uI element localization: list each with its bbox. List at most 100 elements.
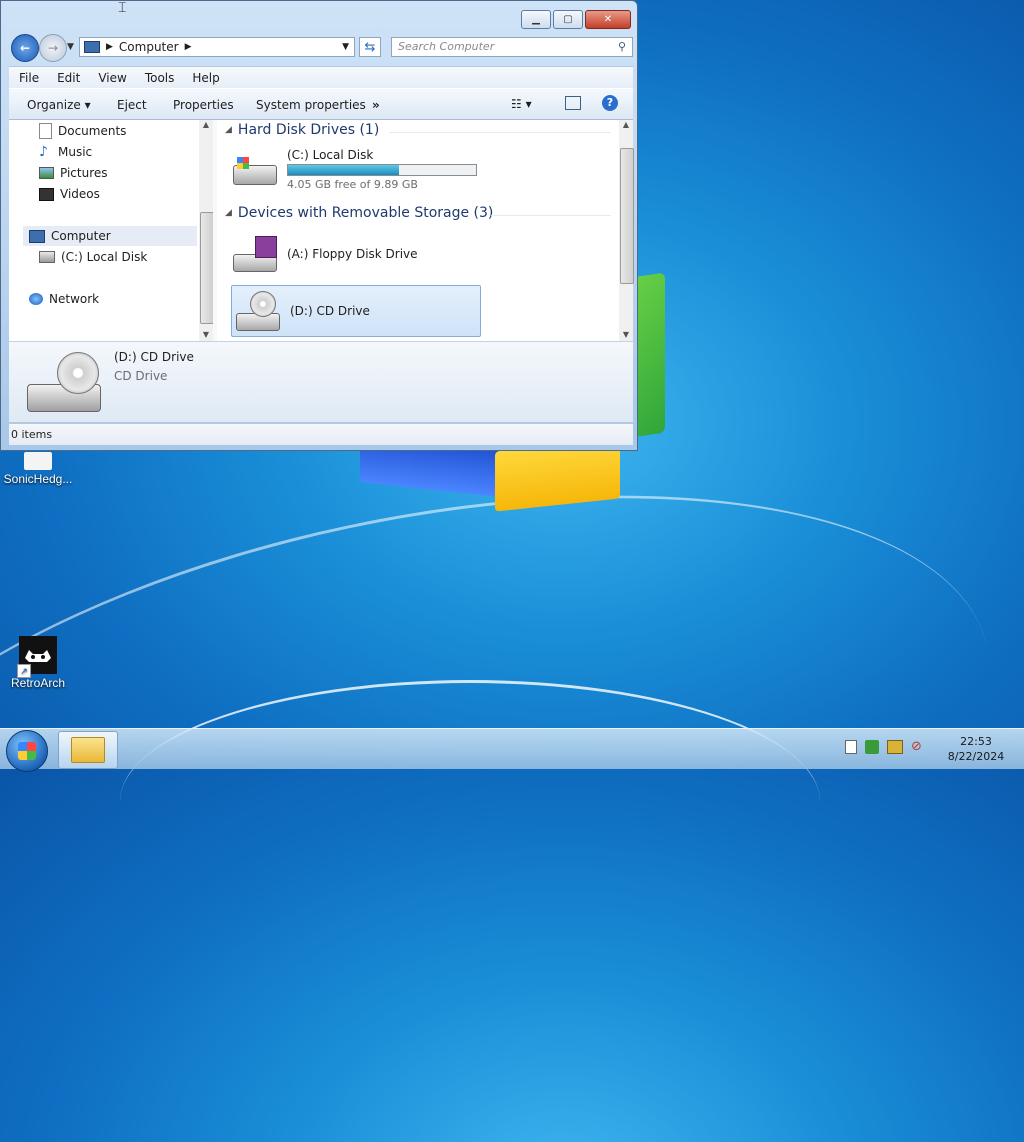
group-header-removable[interactable]: ◢ Devices with Removable Storage (3) <box>225 205 493 221</box>
drive-c-name: (C:) Local Disk <box>287 147 374 162</box>
taskbar: ⊘ 22:53 8/22/2024 <box>0 728 1024 772</box>
breadcrumb-separator-icon[interactable]: ▶ <box>106 42 113 52</box>
explorer-window: ▁ ▢ ✕ ← → ▼ ▶ Computer ▶ ▼ ⇆ Search Comp… <box>0 0 638 451</box>
desktop-icon-label: RetroArch <box>10 676 66 690</box>
windows-logo-icon <box>18 742 36 760</box>
group-divider <box>491 215 611 216</box>
scroll-up-icon[interactable]: ▲ <box>619 120 633 129</box>
details-pane: (D:) CD Drive CD Drive <box>9 341 633 422</box>
notification-icon[interactable] <box>845 739 857 754</box>
videos-icon <box>39 187 54 201</box>
nav-item-music[interactable]: ♪ Music <box>39 142 92 162</box>
group-divider <box>389 132 611 133</box>
floppy-disk-icon <box>231 234 277 274</box>
folder-icon <box>24 452 52 470</box>
collapse-icon[interactable]: ◢ <box>225 208 232 218</box>
command-bar: Organize ▾ Eject Properties System prope… <box>9 88 633 120</box>
nav-pane-scrollbar[interactable]: ▲ ▼ <box>199 120 214 341</box>
minimize-button[interactable]: ▁ <box>521 10 551 29</box>
window-controls: ▁ ▢ ✕ <box>521 10 631 29</box>
cd-drive-icon <box>234 289 280 333</box>
drive-a-name: (A:) Floppy Disk Drive <box>287 247 418 261</box>
breadcrumb-computer[interactable]: Computer <box>119 40 179 54</box>
clock-time: 22:53 <box>960 735 992 748</box>
desktop-icon-retroarch[interactable]: ↗ RetroArch <box>0 636 76 690</box>
maximize-button[interactable]: ▢ <box>553 10 583 29</box>
network-tray-icon[interactable] <box>887 739 903 754</box>
drive-c[interactable]: (C:) Local Disk 4.05 GB free of 9.89 GB <box>231 144 481 194</box>
drive-d[interactable]: (D:) CD Drive <box>231 285 481 337</box>
hard-disk-icon <box>39 251 55 263</box>
documents-icon <box>39 123 52 139</box>
scroll-up-icon[interactable]: ▲ <box>199 120 213 129</box>
collapse-icon[interactable]: ◢ <box>225 125 232 135</box>
group-header-hard-disks[interactable]: ◢ Hard Disk Drives (1) <box>225 122 379 138</box>
wallpaper-sweep <box>120 680 820 923</box>
menu-help[interactable]: Help <box>182 71 227 85</box>
scroll-down-icon[interactable]: ▼ <box>199 330 213 339</box>
change-view-icon[interactable]: ☷ ▾ <box>511 97 541 111</box>
start-button[interactable] <box>6 730 48 772</box>
recent-pages-dropdown[interactable]: ▼ <box>67 42 74 52</box>
nav-item-network[interactable]: Network <box>29 289 99 309</box>
address-dropdown-icon[interactable]: ▼ <box>337 42 354 52</box>
search-icon[interactable]: ⚲ <box>618 38 626 56</box>
music-icon: ♪ <box>39 144 48 160</box>
help-icon[interactable]: ? <box>602 95 618 111</box>
eject-button[interactable]: Eject <box>117 98 147 112</box>
scrollbar-thumb[interactable] <box>620 148 634 284</box>
details-type: CD Drive <box>114 369 168 383</box>
scroll-down-icon[interactable]: ▼ <box>619 330 633 339</box>
shortcut-arrow-icon: ↗ <box>17 664 31 678</box>
drive-c-usage-bar <box>287 163 477 176</box>
close-button[interactable]: ✕ <box>585 10 631 29</box>
menu-tools[interactable]: Tools <box>135 71 183 85</box>
volume-muted-icon[interactable]: ⊘ <box>911 739 922 754</box>
status-bar: 0 items <box>9 423 633 445</box>
menu-edit[interactable]: Edit <box>47 71 88 85</box>
computer-icon <box>29 229 45 243</box>
properties-button[interactable]: Properties <box>173 98 234 112</box>
drive-c-free-space: 4.05 GB free of 9.89 GB <box>287 177 418 191</box>
nav-item-videos[interactable]: Videos <box>39 184 100 204</box>
menu-bar: File Edit View Tools Help <box>9 66 633 88</box>
navigation-bar: ← → ▼ ▶ Computer ▶ ▼ ⇆ Search Computer ⚲ <box>9 34 633 62</box>
action-center-icon[interactable] <box>865 739 879 754</box>
system-properties-button[interactable]: System properties <box>256 98 366 112</box>
organize-button[interactable]: Organize ▾ <box>27 98 91 112</box>
pictures-icon <box>39 167 54 179</box>
status-text: 0 items <box>11 428 53 441</box>
navigation-pane: Documents ♪ Music Pictures Videos Comput… <box>9 120 197 341</box>
clock-date: 8/22/2024 <box>947 750 1005 763</box>
more-commands-button[interactable]: » <box>372 98 380 112</box>
nav-item-computer[interactable]: Computer <box>23 226 197 246</box>
nav-item-documents[interactable]: Documents <box>39 121 126 141</box>
hard-disk-windows-icon <box>231 151 277 187</box>
menu-view[interactable]: View <box>88 71 134 85</box>
menu-file[interactable]: File <box>9 71 47 85</box>
address-bar[interactable]: ▶ Computer ▶ ▼ <box>79 37 355 57</box>
folder-icon <box>71 737 105 763</box>
taskbar-explorer-button[interactable] <box>58 731 118 769</box>
forward-button[interactable]: → <box>39 34 67 62</box>
drive-c-usage-fill <box>288 164 399 175</box>
drive-a[interactable]: (A:) Floppy Disk Drive <box>231 230 481 278</box>
clock[interactable]: 22:53 8/22/2024 <box>940 734 1012 764</box>
nav-item-pictures[interactable]: Pictures <box>39 163 108 183</box>
back-button[interactable]: ← <box>11 34 39 62</box>
search-input[interactable]: Search Computer ⚲ <box>391 37 633 57</box>
preview-pane-icon[interactable] <box>565 96 581 110</box>
desktop-icon-sonic[interactable]: SonicHedg... <box>0 452 76 486</box>
pane-splitter[interactable] <box>213 120 217 341</box>
scrollbar-thumb[interactable] <box>200 212 214 324</box>
network-icon <box>29 293 43 305</box>
nav-item-local-disk[interactable]: (C:) Local Disk <box>39 247 147 267</box>
refresh-button[interactable]: ⇆ <box>359 37 381 57</box>
search-placeholder: Search Computer <box>398 40 495 53</box>
computer-icon <box>84 41 100 53</box>
content-scrollbar[interactable]: ▲ ▼ <box>619 120 634 341</box>
retroarch-icon: ↗ <box>17 636 57 678</box>
breadcrumb-separator-icon[interactable]: ▶ <box>185 42 192 52</box>
content-area: Documents ♪ Music Pictures Videos Comput… <box>9 120 634 341</box>
system-tray: ⊘ <box>845 739 922 754</box>
